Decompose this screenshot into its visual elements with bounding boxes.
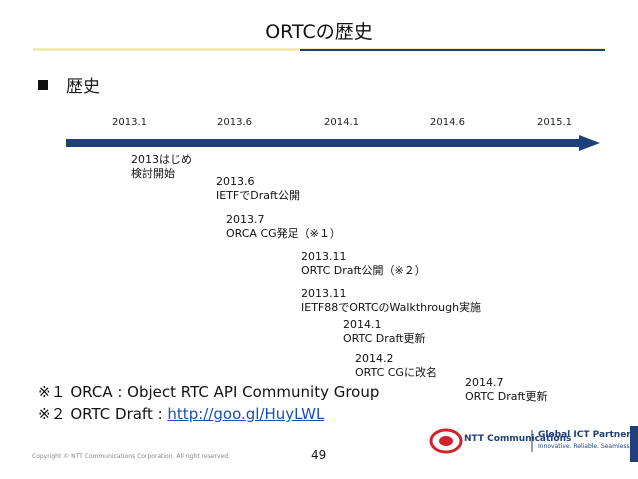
timeline-tick: 2013.6 (217, 117, 252, 128)
timeline-tick: 2015.1 (537, 117, 572, 128)
timeline-event: 2013はじめ 検討開始 (131, 153, 192, 181)
event-text: ORTC Draft公開（※２） (301, 264, 426, 277)
footnote-text: ORCA : Object RTC API Community Group (70, 383, 380, 401)
event-text: ORTC Draft更新 (343, 332, 426, 345)
timeline-tick: 2013.1 (112, 117, 147, 128)
bullet-heading: 歴史 (66, 77, 100, 97)
title-underline-accent (300, 49, 605, 51)
logo-tagline-sub: Innovative. Reliable. Seamless. (538, 443, 632, 450)
timeline-event: 2013.6 IETFでDraft公開 (216, 175, 300, 203)
event-date: 2013はじめ (131, 153, 192, 166)
event-text: ORTC Draft更新 (465, 390, 548, 403)
event-text: IETF88でORTCのWalkthrough実施 (301, 301, 482, 314)
timeline-event: 2013.11 IETF88でORTCのWalkthrough実施 (301, 287, 481, 315)
timeline-tick: 2014.6 (430, 117, 465, 128)
timeline-event: 2014.7 ORTC Draft更新 (465, 376, 547, 404)
bullet-square-icon (38, 80, 48, 90)
logo-tagline-title: Global ICT Partner (538, 430, 631, 440)
footnote: ※２ ORTC Draft : http://goo.gl/HuyLWL (38, 403, 324, 425)
event-date: 2014.1 (343, 318, 382, 331)
timeline-arrow-icon (66, 135, 600, 151)
timeline-event: 2014.2 ORTC CGに改名 (355, 352, 437, 380)
event-date: 2013.7 (226, 213, 265, 226)
event-text: 検討開始 (131, 167, 175, 180)
event-text: ORTC CGに改名 (355, 366, 437, 379)
page-number: 49 (311, 448, 327, 462)
copyright-text: Copyright © NTT Communications Corporati… (32, 453, 230, 460)
event-date: 2013.11 (301, 287, 347, 300)
event-text: ORCA CG発足（※１） (226, 227, 341, 240)
event-date: 2014.2 (355, 352, 394, 365)
corner-accent-bar (630, 426, 638, 462)
footnote: ※１ ORCA : Object RTC API Community Group (38, 381, 379, 403)
draft-link[interactable]: http://goo.gl/HuyLWL (167, 405, 324, 423)
event-date: 2014.7 (465, 376, 504, 389)
footnote-text: ORTC Draft : (70, 405, 168, 423)
event-text: IETFでDraft公開 (216, 189, 300, 202)
footnote-mark: ※２ (38, 405, 66, 423)
event-date: 2013.11 (301, 250, 347, 263)
timeline-event: 2013.11 ORTC Draft公開（※２） (301, 250, 426, 278)
timeline-tick: 2014.1 (324, 117, 359, 128)
footnote-mark: ※１ (38, 383, 66, 401)
ntt-logo: NTT Communications Global ICT Partner In… (428, 422, 631, 460)
timeline-event: 2014.1 ORTC Draft更新 (343, 318, 425, 346)
slide-title: ORTCの歴史 (265, 21, 373, 43)
timeline-event: 2013.7 ORCA CG発足（※１） (226, 213, 341, 241)
event-date: 2013.6 (216, 175, 255, 188)
